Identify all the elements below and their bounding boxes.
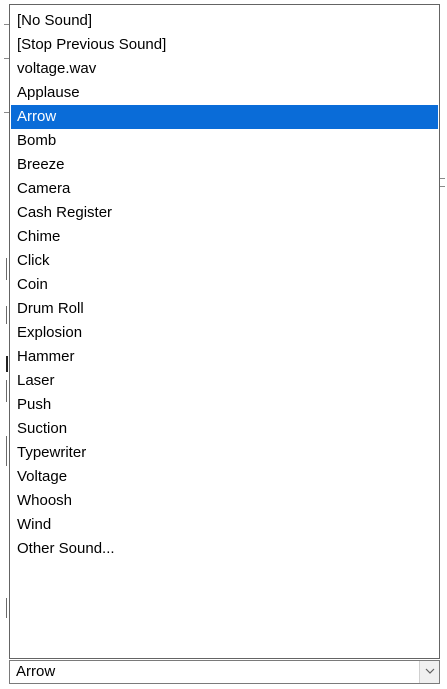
dropdown-item[interactable]: Other Sound... xyxy=(11,537,438,561)
background-line xyxy=(6,380,7,402)
dropdown-item[interactable]: Suction xyxy=(11,417,438,441)
combobox-dropdown-button[interactable] xyxy=(419,661,439,683)
dropdown-item[interactable]: Hammer xyxy=(11,345,438,369)
sound-picker-screen: [No Sound] [Stop Previous Sound] voltage.w… xyxy=(0,0,447,689)
dropdown-item[interactable]: Wind xyxy=(11,513,438,537)
sound-dropdown-list[interactable]: [No Sound] [Stop Previous Sound] voltage.w… xyxy=(9,4,440,659)
dropdown-item[interactable]: voltage.wav xyxy=(11,57,438,81)
dropdown-item[interactable]: Whoosh xyxy=(11,489,438,513)
dropdown-item[interactable]: Applause xyxy=(11,81,438,105)
dropdown-item[interactable]: Laser xyxy=(11,369,438,393)
background-line xyxy=(6,598,7,618)
dropdown-item[interactable]: Push xyxy=(11,393,438,417)
dropdown-item[interactable]: [Stop Previous Sound] xyxy=(11,33,438,57)
background-line xyxy=(6,258,7,280)
dropdown-item[interactable]: Breeze xyxy=(11,153,438,177)
dropdown-item[interactable]: Explosion xyxy=(11,321,438,345)
dropdown-item[interactable]: Voltage xyxy=(11,465,438,489)
sound-combobox[interactable]: Arrow xyxy=(9,660,440,684)
dropdown-item[interactable]: Typewriter xyxy=(11,441,438,465)
dropdown-item[interactable]: Chime xyxy=(11,225,438,249)
dropdown-item[interactable]: Click xyxy=(11,249,438,273)
chevron-down-icon xyxy=(425,668,435,674)
background-tick xyxy=(440,186,445,187)
dropdown-item[interactable]: Coin xyxy=(11,273,438,297)
dropdown-item[interactable]: Cash Register xyxy=(11,201,438,225)
background-tick xyxy=(440,178,445,179)
dropdown-item[interactable]: Camera xyxy=(11,177,438,201)
combobox-value: Arrow xyxy=(16,663,56,680)
background-line xyxy=(6,356,8,372)
dropdown-item[interactable]: Arrow xyxy=(11,105,438,129)
dropdown-item[interactable]: Drum Roll xyxy=(11,297,438,321)
background-line xyxy=(6,436,7,466)
background-line xyxy=(6,306,7,324)
dropdown-item[interactable]: Bomb xyxy=(11,129,438,153)
dropdown-item[interactable]: [No Sound] xyxy=(11,9,438,33)
background-dialog-edge xyxy=(0,0,10,689)
